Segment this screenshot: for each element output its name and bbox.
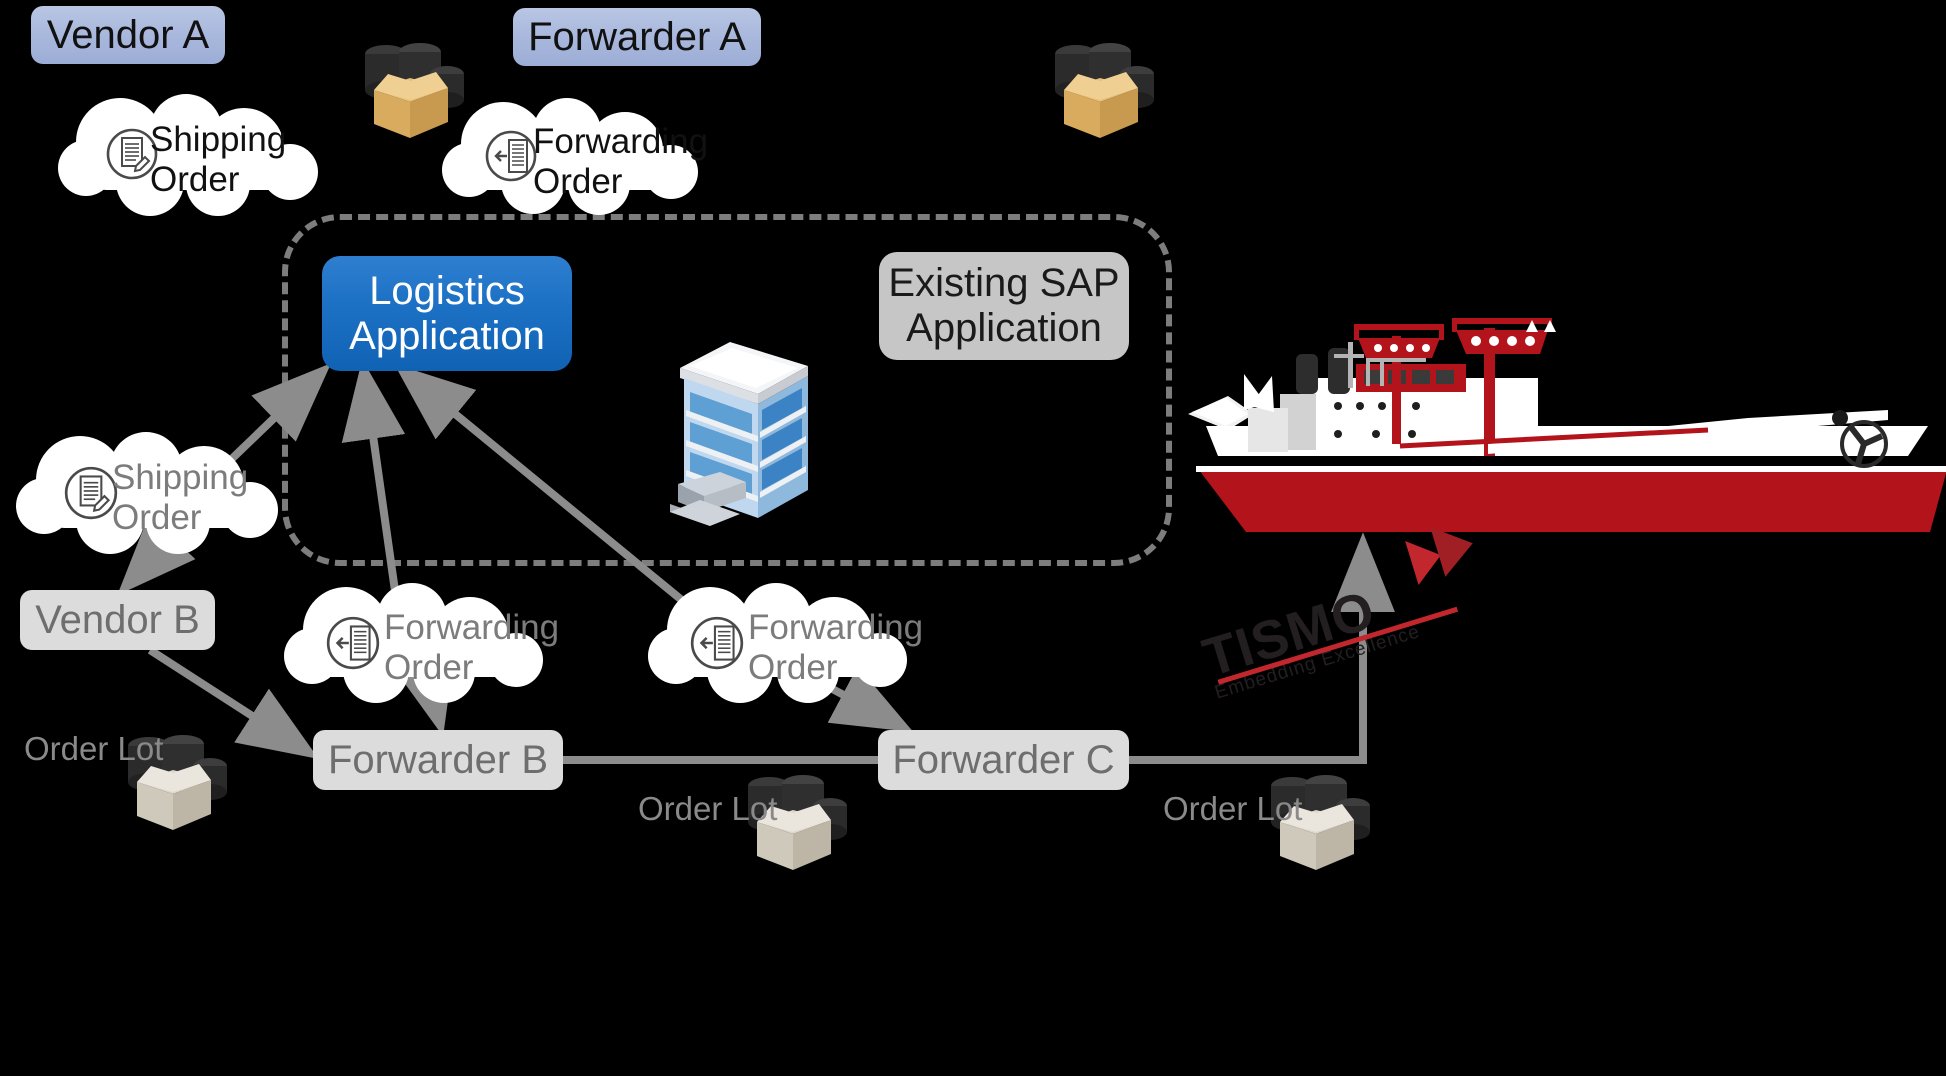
document-pencil-icon <box>64 466 118 520</box>
cloud-forwarding-order-right[interactable]: Forwarding Order <box>648 583 923 704</box>
box-forwarder-b-label: Forwarder B <box>327 737 549 782</box>
box-forwarder-a[interactable]: Forwarder A <box>513 8 761 66</box>
box-forwarder-b[interactable]: Forwarder B <box>313 730 563 790</box>
document-arrow-left-icon <box>485 130 537 182</box>
parcel-top-left <box>352 30 472 142</box>
cloud-forwarding-order-mid-icon <box>326 612 380 672</box>
box-forwarder-a-label: Forwarder A <box>528 14 746 59</box>
box-vendor-a[interactable]: Vendor A <box>31 6 225 64</box>
box-vendor-b-label: Vendor B <box>35 597 200 642</box>
diagram-canvas: Vendor A Forwarder A Logistics Applicati… <box>0 0 1946 1076</box>
logistics-application-label-line1: Logistics <box>369 268 525 313</box>
box-group <box>374 72 448 138</box>
cloud-forwarding-order-right-line1: Forwarding <box>748 608 924 647</box>
box-vendor-b[interactable]: Vendor B <box>20 590 215 650</box>
existing-sap-label-line1: Existing SAP <box>888 261 1120 306</box>
cloud-forwarding-order-top-line1: Forwarding <box>533 122 709 161</box>
cloud-shipping-order-top-line1: Shipping <box>150 120 287 159</box>
order-lot-center-label: Order Lot <box>638 790 778 827</box>
cargo-ship-icon <box>1188 318 1946 544</box>
cloud-forwarding-order-top-icon <box>485 126 537 184</box>
document-arrow-left-icon <box>690 616 744 670</box>
box-forwarder-c[interactable]: Forwarder C <box>878 730 1129 790</box>
box-logistics-application[interactable]: Logistics Application <box>322 256 572 371</box>
box-group <box>137 764 211 830</box>
cloud-shipping-order-top-line2: Order <box>150 159 240 199</box>
document-arrow-left-icon <box>326 616 380 670</box>
tismo-logo: TISMO Embedding Excellence <box>1196 527 1515 735</box>
office-building-icon <box>660 322 820 532</box>
cloud-forwarding-order-right-icon <box>690 612 744 672</box>
cloud-forwarding-order-top-line2: Order <box>533 161 623 201</box>
cloud-shipping-order-left-line2: Order <box>112 497 202 537</box>
box-vendor-a-label: Vendor A <box>46 12 210 57</box>
box-forwarder-c-label: Forwarder C <box>892 737 1115 782</box>
cloud-forwarding-order-mid-line1: Forwarding <box>384 608 560 647</box>
parcel-top-right <box>1042 30 1162 142</box>
existing-sap-label-line2: Application <box>906 306 1102 350</box>
cloud-shipping-order-left-line1: Shipping <box>112 458 249 497</box>
cloud-forwarding-order-top[interactable]: Forwarding Order <box>442 98 708 216</box>
cloud-shipping-order-left[interactable]: Shipping Order <box>16 432 280 556</box>
order-lot-left-label: Order Lot <box>24 730 164 767</box>
logistics-application-label-line2: Application <box>349 313 545 358</box>
cloud-forwarding-order-mid[interactable]: Forwarding Order <box>284 583 559 704</box>
cloud-forwarding-order-right-line2: Order <box>748 647 838 687</box>
box-existing-sap-application[interactable]: Existing SAP Application <box>879 252 1129 360</box>
cloud-forwarding-order-mid-line2: Order <box>384 647 474 687</box>
cloud-shipping-order-left-icon <box>64 462 118 522</box>
cloud-shipping-order-top[interactable]: Shipping Order <box>58 94 320 216</box>
box-group <box>1064 72 1138 138</box>
order-lot-right-label: Order Lot <box>1163 790 1303 827</box>
